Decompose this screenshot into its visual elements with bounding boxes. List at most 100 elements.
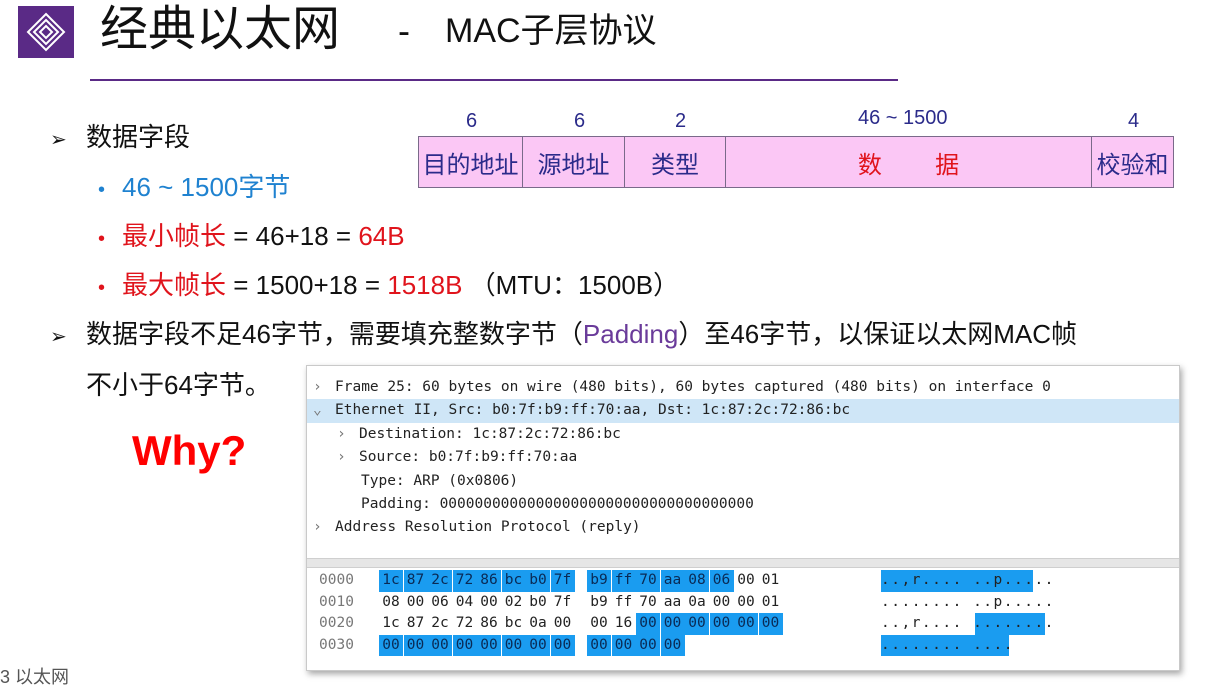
tree-row-frame[interactable]: › Frame 25: 60 bytes on wire (480 bits), … xyxy=(307,376,1179,399)
hex-row[interactable]: 0000 1c 87 2c 72 86 bc b0 7f b9 ff 70 aa 08 06 00 01 ..,r… xyxy=(307,570,1179,592)
hex-byte[interactable]: 00 xyxy=(734,570,758,592)
sub-bullet-text: 46 ~ 1500字节 xyxy=(122,172,291,202)
hex-byte[interactable]: bc xyxy=(501,570,526,592)
hex-byte[interactable]: 00 xyxy=(403,634,428,656)
chevron-down-icon[interactable]: ⌄ xyxy=(313,399,335,422)
hex-byte[interactable]: 72 xyxy=(452,570,477,592)
hex-byte[interactable]: b9 xyxy=(587,592,611,614)
tree-row-source[interactable]: › Source: b0:7f:b9:ff:70:aa xyxy=(307,446,1179,469)
hex-byte[interactable]: 00 xyxy=(734,592,758,614)
bullet-padding-cont: 不小于64字节。 xyxy=(86,370,271,400)
hex-byte[interactable]: 7f xyxy=(551,592,575,614)
hex-byte[interactable]: 7f xyxy=(550,570,575,592)
hex-byte[interactable]: 00 xyxy=(550,634,575,656)
hex-dump-pane: 0000 1c 87 2c 72 86 bc b0 7f b9 ff 70 aa 08 06 00 01 ..,r… xyxy=(307,570,1179,656)
hex-byte[interactable]: aa xyxy=(661,592,685,614)
hex-byte[interactable]: 00 xyxy=(685,613,709,635)
hex-byte[interactable]: 70 xyxy=(636,592,660,614)
hex-byte[interactable]: 0a xyxy=(526,613,550,635)
title-dash: - xyxy=(398,10,410,51)
hex-byte[interactable]: 00 xyxy=(551,613,575,635)
hex-byte[interactable]: 00 xyxy=(428,634,452,656)
hex-byte[interactable]: 00 xyxy=(734,613,758,635)
hex-byte[interactable]: 86 xyxy=(477,570,501,592)
hex-byte[interactable]: 00 xyxy=(404,592,428,614)
hex-byte[interactable]: 00 xyxy=(587,634,611,656)
hex-byte[interactable]: 00 xyxy=(636,613,660,635)
chevron-right-icon[interactable]: › xyxy=(313,516,335,539)
tree-row-label: Type: ARP (0x0806) xyxy=(361,472,519,489)
size-dst: 6 xyxy=(466,110,478,132)
tree-row-label: Address Resolution Protocol (reply) xyxy=(335,519,641,536)
hex-byte[interactable]: 70 xyxy=(636,570,660,592)
sub-bullet-min-frame: • 最小帧长 = 46+18 = 64B xyxy=(98,219,405,256)
why-label: Why? xyxy=(132,427,247,474)
hex-byte[interactable]: b0 xyxy=(526,592,550,614)
chevron-right-icon[interactable]: › xyxy=(337,423,359,446)
chevron-right-icon[interactable]: › xyxy=(313,376,335,399)
hex-byte[interactable]: b9 xyxy=(587,570,611,592)
field-data: 数 据 xyxy=(726,137,1092,187)
hex-byte[interactable]: 08 xyxy=(379,592,403,614)
tree-row-destination[interactable]: › Destination: 1c:87:2c:72:86:bc xyxy=(307,423,1179,446)
hex-byte[interactable]: 04 xyxy=(453,592,477,614)
tree-row-label: Source: b0:7f:b9:ff:70:aa xyxy=(359,449,578,466)
hex-ascii[interactable]: ........ .... xyxy=(881,635,1014,657)
hex-byte[interactable]: 1c xyxy=(379,613,403,635)
hex-byte[interactable]: 86 xyxy=(477,613,501,635)
hex-ascii[interactable]: ........ ..p..... xyxy=(881,592,1055,614)
hex-byte[interactable]: 0a xyxy=(685,592,709,614)
hex-byte[interactable]: 87 xyxy=(404,613,428,635)
size-src: 6 xyxy=(574,110,586,132)
hex-byte[interactable]: 01 xyxy=(759,570,783,592)
max-frame-term: 最大帧长 xyxy=(122,270,227,300)
hex-byte[interactable]: ff xyxy=(612,592,636,614)
hex-byte[interactable]: 08 xyxy=(685,570,709,592)
hex-row[interactable]: 0030 00 00 00 00 00 00 00 00 00 00 00 00........ ...… xyxy=(307,634,1179,657)
hex-byte[interactable]: 00 xyxy=(710,592,734,614)
hex-byte[interactable]: 00 xyxy=(660,634,685,656)
sub-bullet-max-frame: • 最大帧长 = 1500+18 = 1518B （MTU：1500B） xyxy=(98,268,679,305)
packet-details-tree: › Frame 25: 60 bytes on wire (480 bits), … xyxy=(307,376,1179,540)
hex-ascii[interactable]: ..,r.... ..p..... xyxy=(881,570,1055,592)
hex-byte[interactable]: 02 xyxy=(502,592,526,614)
hex-byte[interactable]: 00 xyxy=(636,634,660,656)
hex-byte[interactable]: 00 xyxy=(758,613,783,635)
hex-byte[interactable]: b0 xyxy=(526,570,550,592)
hex-byte[interactable]: 1c xyxy=(379,570,403,592)
hex-byte[interactable]: 01 xyxy=(759,592,783,614)
hex-byte[interactable]: 00 xyxy=(477,634,501,656)
hex-byte[interactable]: 00 xyxy=(379,634,403,656)
hex-byte[interactable]: 2c xyxy=(428,570,452,592)
hex-ascii[interactable]: ..,r.... ........ xyxy=(881,613,1055,635)
hex-byte[interactable]: 2c xyxy=(428,613,452,635)
hex-byte[interactable]: aa xyxy=(660,570,685,592)
hex-byte[interactable]: 06 xyxy=(428,592,452,614)
hex-row[interactable]: 0020 1c 87 2c 72 86 bc 0a 00 00 16 00 00 00 00 00 00 ..,r… xyxy=(307,613,1179,635)
tree-row-type[interactable]: Type: ARP (0x0806) xyxy=(307,470,1179,493)
hex-byte[interactable]: 16 xyxy=(612,613,636,635)
pane-splitter[interactable] xyxy=(307,558,1179,568)
hex-byte[interactable]: 06 xyxy=(709,570,734,592)
hex-byte[interactable]: 87 xyxy=(403,570,428,592)
hex-byte[interactable]: 00 xyxy=(477,592,501,614)
tree-row-arp[interactable]: › Address Resolution Protocol (reply) xyxy=(307,516,1179,539)
hex-row[interactable]: 0010 08 00 06 04 00 02 b0 7f b9 ff 70 aa 0a 00 00 01....… xyxy=(307,592,1179,614)
tree-row-ethernet[interactable]: ⌄ Ethernet II, Src: b0:7f:b9:ff:70:aa, Ds… xyxy=(307,399,1179,423)
hex-byte[interactable]: 00 xyxy=(587,613,611,635)
hex-byte[interactable]: 00 xyxy=(709,613,734,635)
tree-row-label: Padding: 0000000000000000000000000000000… xyxy=(361,495,754,512)
padding-text-a: 数据字段不足46字节，需要填充整数字节（ xyxy=(86,319,583,349)
max-frame-expr: = 1500+18 = xyxy=(226,270,388,300)
hex-byte[interactable]: 00 xyxy=(611,634,636,656)
logo xyxy=(18,6,74,58)
hex-byte[interactable]: 00 xyxy=(452,634,477,656)
hex-byte[interactable]: bc xyxy=(502,613,526,635)
hex-byte[interactable]: 00 xyxy=(660,613,685,635)
hex-byte[interactable]: ff xyxy=(611,570,636,592)
tree-row-padding[interactable]: Padding: 0000000000000000000000000000000… xyxy=(307,493,1179,516)
hex-byte[interactable]: 00 xyxy=(526,634,550,656)
hex-byte[interactable]: 72 xyxy=(453,613,477,635)
hex-byte[interactable]: 00 xyxy=(501,634,526,656)
chevron-right-icon[interactable]: › xyxy=(337,446,359,469)
